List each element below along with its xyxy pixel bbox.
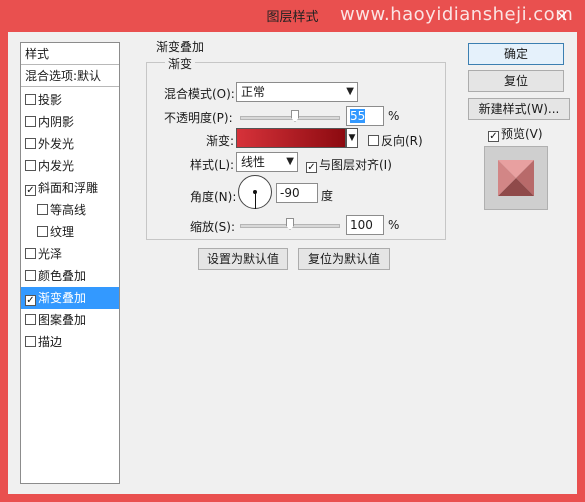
- blend-mode-label: 混合模式(O):: [164, 87, 235, 101]
- checkbox-icon[interactable]: [25, 314, 36, 325]
- checkbox-icon[interactable]: ✓: [25, 295, 36, 306]
- opacity-slider-track[interactable]: [240, 116, 340, 120]
- checkbox-icon: [368, 135, 379, 146]
- gradient-label: 渐变:: [206, 134, 235, 148]
- checkbox-icon[interactable]: [25, 94, 36, 105]
- scale-label: 缩放(S):: [190, 220, 236, 234]
- subgroup-title: 渐变: [165, 55, 196, 72]
- angle-label: 角度(N):: [190, 190, 237, 204]
- styles-list: 样式 混合选项:默认 投影 内阴影 外发光 内发光 ✓ 斜面和浮雕 等高线 纹理 光泽 颜色叠加 ✓…: [20, 42, 120, 484]
- style-item[interactable]: 内阴影: [21, 111, 119, 133]
- style-item-label: 纹理: [50, 225, 75, 239]
- style-item[interactable]: 光泽: [21, 243, 119, 265]
- gradient-dropdown-icon[interactable]: ▼: [346, 128, 358, 148]
- opacity-value: 55: [350, 109, 366, 123]
- style-item-label: 外发光: [38, 137, 75, 151]
- checkbox-icon: ✓: [488, 131, 499, 142]
- title-bar: 图层样式 www.haoyidiansheji.com ×: [0, 0, 585, 32]
- dial-pointer-icon: [255, 192, 256, 209]
- reverse-label: 反向(R): [381, 134, 423, 148]
- preview-swatch-icon: [485, 147, 547, 209]
- align-checkbox[interactable]: ✓ 与图层对齐(I): [306, 156, 392, 173]
- ok-button[interactable]: 确定: [468, 43, 564, 65]
- preview-checkbox[interactable]: ✓ 预览(V): [488, 125, 543, 142]
- watermark: www.haoyidiansheji.com: [340, 4, 574, 25]
- angle-dial[interactable]: [238, 175, 272, 209]
- reset-default-button[interactable]: 复位为默认值: [298, 248, 390, 270]
- style-item[interactable]: 图案叠加: [21, 309, 119, 331]
- style-item-label: 图案叠加: [38, 313, 87, 327]
- checkbox-icon[interactable]: ✓: [25, 185, 36, 196]
- angle-value: -90: [280, 186, 300, 200]
- opacity-label: 不透明度(P):: [164, 111, 233, 125]
- style-item-label: 内阴影: [38, 115, 75, 129]
- align-label: 与图层对齐(I): [319, 158, 392, 172]
- style-value: 线性: [241, 155, 266, 169]
- checkbox-icon[interactable]: [25, 270, 36, 281]
- style-select[interactable]: 线性 ▼: [236, 152, 298, 172]
- style-item-label: 光泽: [38, 247, 63, 261]
- style-item-label: 渐变叠加: [38, 291, 87, 305]
- style-item[interactable]: 描边: [21, 331, 119, 353]
- set-default-button[interactable]: 设置为默认值: [198, 248, 288, 270]
- style-item-label: 等高线: [50, 203, 87, 217]
- style-item[interactable]: 纹理: [21, 221, 119, 243]
- dialog-client: 样式 混合选项:默认 投影 内阴影 外发光 内发光 ✓ 斜面和浮雕 等高线 纹理 光泽 颜色叠加 ✓…: [8, 32, 577, 494]
- style-item-label: 颜色叠加: [38, 269, 87, 283]
- style-item[interactable]: 外发光: [21, 133, 119, 155]
- checkbox-icon[interactable]: [37, 226, 48, 237]
- gradient-swatch[interactable]: [236, 128, 346, 148]
- blend-mode-select[interactable]: 正常 ▼: [236, 82, 358, 102]
- group-title: 渐变叠加: [153, 38, 208, 55]
- blend-mode-value: 正常: [241, 85, 266, 99]
- checkbox-icon: ✓: [306, 162, 317, 173]
- checkbox-icon[interactable]: [25, 160, 36, 171]
- angle-input[interactable]: -90: [276, 183, 318, 203]
- style-item[interactable]: 内发光: [21, 155, 119, 177]
- scale-percent: %: [388, 218, 400, 232]
- style-item-label: 斜面和浮雕: [38, 181, 99, 195]
- blend-options-item[interactable]: 混合选项:默认: [21, 65, 119, 87]
- style-item[interactable]: 颜色叠加: [21, 265, 119, 287]
- checkbox-icon[interactable]: [37, 204, 48, 215]
- reverse-checkbox[interactable]: 反向(R): [368, 132, 423, 149]
- styles-header[interactable]: 样式: [21, 43, 119, 65]
- close-icon[interactable]: ×: [553, 7, 571, 25]
- opacity-input[interactable]: 55: [346, 106, 384, 126]
- style-item[interactable]: 等高线: [21, 199, 119, 221]
- preview-label: 预览(V): [501, 127, 543, 141]
- style-label: 样式(L):: [190, 158, 235, 172]
- style-preview: [484, 146, 548, 210]
- checkbox-icon[interactable]: [25, 138, 36, 149]
- style-item-label: 描边: [38, 335, 63, 349]
- style-item-label: 内发光: [38, 159, 75, 173]
- chevron-down-icon: ▼: [286, 156, 294, 167]
- style-item[interactable]: ✓ 斜面和浮雕: [21, 177, 119, 199]
- opacity-percent: %: [388, 109, 400, 123]
- checkbox-icon[interactable]: [25, 336, 36, 347]
- degree-label: 度: [321, 189, 334, 203]
- style-item[interactable]: ✓ 渐变叠加: [21, 287, 119, 309]
- checkbox-icon[interactable]: [25, 248, 36, 259]
- chevron-down-icon: ▼: [346, 86, 354, 97]
- style-item-label: 投影: [38, 93, 63, 107]
- checkbox-icon[interactable]: [25, 116, 36, 127]
- scale-value: 100: [350, 218, 373, 232]
- reset-button[interactable]: 复位: [468, 70, 564, 92]
- style-item[interactable]: 投影: [21, 89, 119, 111]
- new-style-button[interactable]: 新建样式(W)...: [468, 98, 570, 120]
- scale-input[interactable]: 100: [346, 215, 384, 235]
